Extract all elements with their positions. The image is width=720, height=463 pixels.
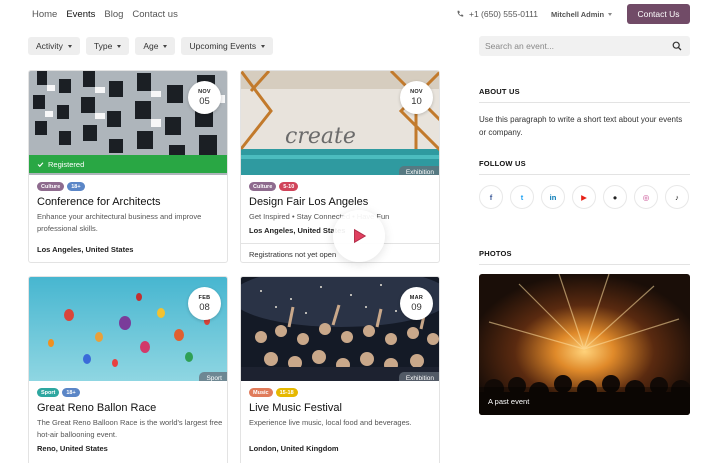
past-event-photo[interactable]: A past event — [479, 274, 690, 415]
event-tags: Culture 5-10 — [249, 182, 299, 191]
event-search — [479, 36, 690, 56]
photos-heading: PHOTOS — [479, 249, 690, 265]
filter-label: Activity — [36, 41, 63, 51]
chevron-down-icon — [117, 44, 122, 48]
user-name: Mitchell Admin — [551, 10, 605, 19]
event-day: 10 — [411, 95, 422, 107]
phone-icon — [457, 10, 464, 17]
filter-label: Upcoming Events — [189, 41, 257, 51]
event-location: Los Angeles, United States — [249, 226, 346, 235]
event-description: Enhance your architectural business and … — [37, 212, 202, 233]
nav-links: Home Events Blog Contact us — [32, 9, 178, 20]
event-date-badge: NOV 10 — [400, 81, 433, 114]
event-card[interactable]: FEB 08 Sport Sport 18+ Great Reno Ballon… — [28, 276, 228, 463]
event-tags: Culture 18+ — [37, 182, 85, 191]
event-month: MAR — [409, 294, 424, 301]
filter-label: Type — [93, 41, 113, 51]
event-location: Reno, United States — [37, 444, 108, 453]
chevron-down-icon — [163, 44, 168, 48]
chevron-down-icon — [67, 44, 72, 48]
event-day: 05 — [199, 95, 210, 107]
event-month: FEB — [198, 294, 211, 301]
play-icon — [354, 228, 367, 244]
event-title[interactable]: Design Fair Los Angeles — [249, 196, 368, 208]
play-video-button[interactable] — [333, 210, 385, 262]
event-description: Experience live music, local food and be… — [249, 418, 412, 427]
event-location: London, United Kingdom — [249, 444, 339, 453]
facebook-icon[interactable]: f — [479, 185, 503, 209]
event-tags: Music 15-18 — [249, 388, 298, 397]
nav-contact-link[interactable]: Contact us — [132, 9, 177, 20]
about-us-heading: ABOUT US — [479, 87, 690, 103]
event-month: NOV — [198, 88, 211, 95]
event-location: Los Angeles, United States — [37, 245, 134, 254]
event-title[interactable]: Live Music Festival — [249, 402, 342, 414]
search-icon[interactable] — [672, 41, 682, 51]
social-links: f t in ▶ ● ◎ ♪ — [479, 185, 689, 209]
event-tags: Sport 18+ — [37, 388, 80, 397]
tag-culture[interactable]: Culture — [249, 182, 277, 191]
tag-age[interactable]: 18+ — [67, 182, 85, 191]
chevron-down-icon — [608, 13, 613, 16]
user-menu[interactable]: Mitchell Admin — [551, 10, 613, 19]
event-title[interactable]: Great Reno Ballon Race — [37, 402, 156, 414]
age-filter[interactable]: Age — [135, 37, 176, 55]
chevron-down-icon — [261, 44, 266, 48]
check-icon — [37, 161, 44, 167]
event-date-badge: MAR 09 — [400, 287, 433, 320]
tag-sport[interactable]: Sport — [37, 388, 60, 397]
activity-filter[interactable]: Activity — [28, 37, 80, 55]
event-card[interactable]: NOV 05 Registered Culture 18+ Conference… — [28, 70, 228, 263]
youtube-icon[interactable]: ▶ — [572, 185, 596, 209]
event-type-ribbon: Exhibition — [398, 166, 439, 175]
phone-number: +1 (650) 555-0111 — [469, 9, 538, 19]
twitter-icon[interactable]: t — [510, 185, 534, 209]
github-icon[interactable]: ● — [603, 185, 627, 209]
registered-label: Registered — [48, 159, 85, 169]
phone-link[interactable]: +1 (650) 555-0111 — [456, 9, 538, 19]
linkedin-icon[interactable]: in — [541, 185, 565, 209]
about-us-text: Use this paragraph to write a short text… — [479, 115, 683, 137]
follow-us-heading: FOLLOW US — [479, 159, 690, 175]
svg-text:create: create — [285, 124, 356, 149]
tag-culture[interactable]: Culture — [37, 182, 65, 191]
tag-age[interactable]: 5-10 — [279, 182, 299, 191]
event-day: 09 — [411, 301, 422, 313]
event-image: FEB 08 Sport — [29, 277, 227, 381]
contact-us-button[interactable]: Contact Us — [627, 4, 690, 24]
tag-age[interactable]: 18+ — [62, 388, 80, 397]
tiktok-icon[interactable]: ♪ — [665, 185, 689, 209]
nav-blog-link[interactable]: Blog — [104, 9, 123, 20]
event-type-ribbon: Sport — [199, 372, 227, 381]
top-navbar: Home Events Blog Contact us +1 (650) 555… — [0, 0, 720, 28]
event-type-ribbon: Exhibition — [398, 372, 439, 381]
filter-bar: Activity Type Age Upcoming Events — [28, 37, 274, 55]
event-image: create NOV 10 Exhibition — [241, 71, 439, 175]
nav-events-link[interactable]: Events — [66, 9, 95, 20]
nav-home-link[interactable]: Home — [32, 9, 57, 20]
event-date-badge: NOV 05 — [188, 81, 221, 114]
event-image: MAR 09 Exhibition — [241, 277, 439, 381]
registered-banner: Registered — [29, 155, 227, 173]
event-card[interactable]: MAR 09 Exhibition Music 15-18 Live Music… — [240, 276, 440, 463]
event-description: The Great Reno Balloon Race is the world… — [37, 418, 223, 439]
filter-label: Age — [143, 41, 159, 51]
date-filter[interactable]: Upcoming Events — [181, 37, 274, 55]
event-title[interactable]: Conference for Architects — [37, 196, 161, 208]
search-input[interactable] — [479, 36, 659, 56]
instagram-icon[interactable]: ◎ — [634, 185, 658, 209]
photo-caption: A past event — [479, 387, 690, 415]
tag-music[interactable]: Music — [249, 388, 273, 397]
type-filter[interactable]: Type — [85, 37, 130, 55]
event-day: 08 — [199, 301, 210, 313]
event-date-badge: FEB 08 — [188, 287, 221, 320]
event-month: NOV — [410, 88, 423, 95]
tag-age[interactable]: 15-18 — [275, 388, 298, 397]
